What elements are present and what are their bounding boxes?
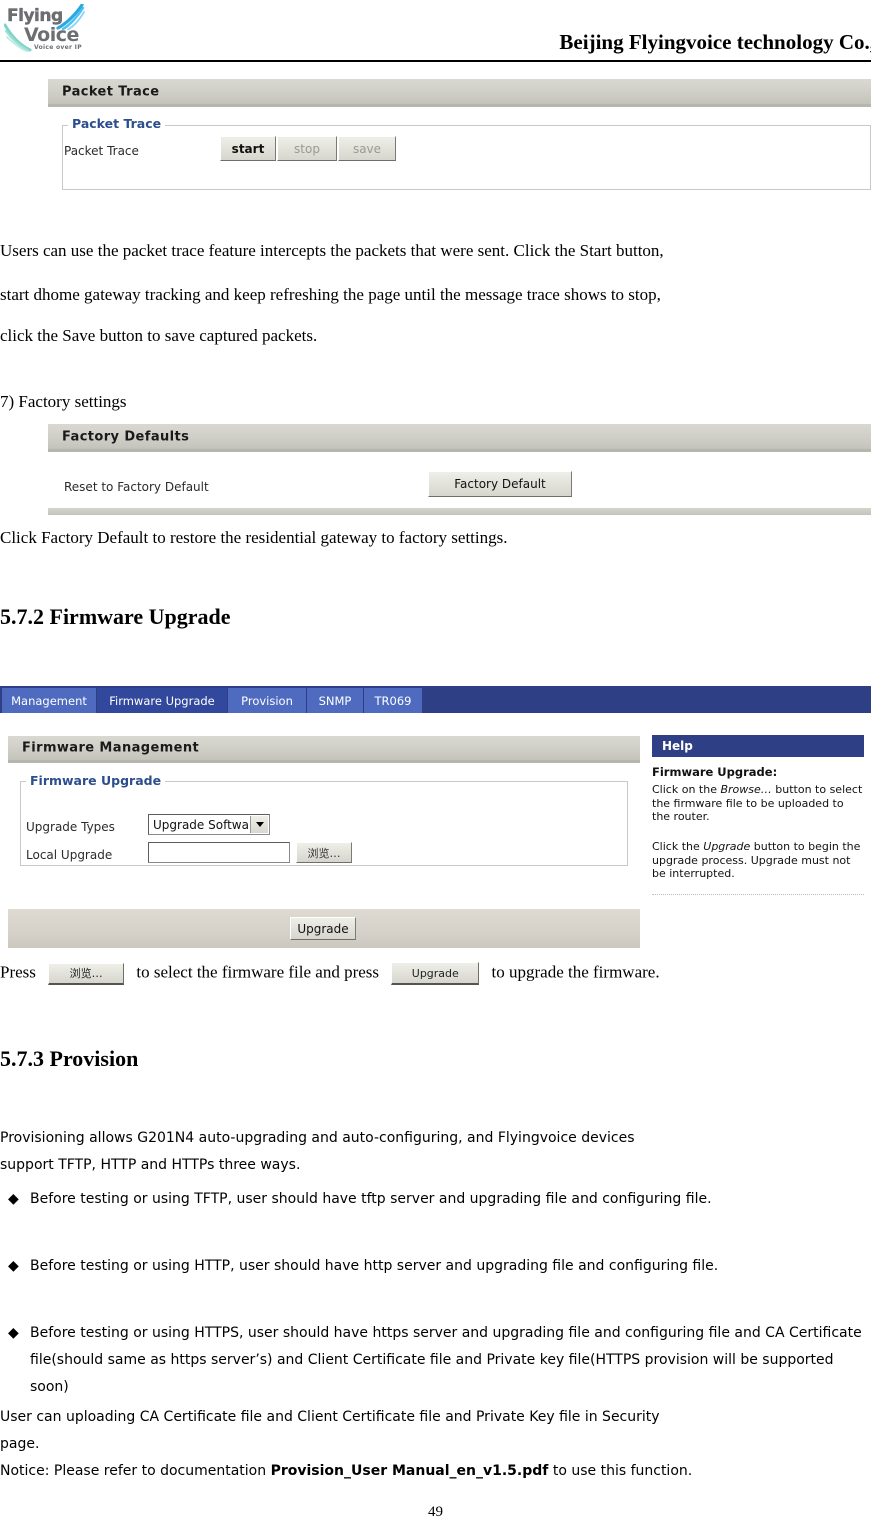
help-divider [652, 894, 864, 895]
tab-management[interactable]: Management [2, 688, 96, 713]
provision-bullet-2-text: Before testing or using HTTP, user shoul… [30, 1258, 719, 1274]
help-p1-emphasis: Browse… [720, 783, 772, 796]
notice-post-text: to use this function. [548, 1463, 693, 1479]
help-p1-pre: Click on the [652, 783, 721, 796]
provision-closing-line-1: User can uploading CA Certificate file a… [0, 1409, 660, 1425]
upgrade-button[interactable]: Upgrade [290, 917, 356, 940]
factory-defaults-header-shadow [48, 449, 871, 452]
packet-trace-stop-button[interactable]: stop [277, 136, 337, 161]
tab-firmware-upgrade[interactable]: Firmware Upgrade [97, 688, 227, 713]
packet-trace-start-button[interactable]: start [220, 136, 276, 161]
firmware-upgrade-legend: Firmware Upgrade [26, 773, 166, 788]
logo-tagline: Voice over IP [34, 44, 82, 51]
help-box: Help Firmware Upgrade: Click on the Brow… [652, 735, 864, 910]
help-subtitle: Firmware Upgrade: [652, 765, 778, 779]
packet-trace-panel: Packet Trace Packet Trace Packet Trace s… [48, 78, 871, 210]
page-number: 49 [428, 1504, 443, 1520]
factory-default-description: Click Factory Default to restore the res… [0, 528, 508, 547]
notice-document-name: Provision_User Manual_en_v1.5.pdf [270, 1463, 549, 1479]
provision-closing-line-2: page. [0, 1436, 40, 1452]
firmware-management-panel-title: Firmware Management [22, 740, 200, 756]
provision-bullet-1: ◆ Before testing or using TFTP, user sho… [0, 1186, 871, 1213]
upgrade-types-select[interactable]: Upgrade Software [148, 814, 270, 835]
help-paragraph-1: Click on the Browse… button to select th… [652, 783, 864, 824]
help-p2-emphasis: Upgrade [703, 840, 751, 853]
firmware-upgrade-screenshot: Management Firmware Upgrade Provision SN… [0, 686, 871, 948]
packet-trace-legend: Packet Trace [68, 116, 166, 131]
packet-trace-row-label: Packet Trace [64, 144, 139, 158]
provision-bullet-1-text: Before testing or using TFTP, user shoul… [30, 1191, 712, 1207]
factory-default-button[interactable]: Factory Default [428, 471, 572, 497]
provision-bullet-3: ◆ Before testing or using HTTPS, user sh… [0, 1320, 871, 1401]
factory-defaults-row-label: Reset to Factory Default [64, 480, 209, 494]
firmware-management-panel: Firmware Management Firmware Upgrade Upg… [8, 735, 640, 898]
logo-word-flying: Flying [7, 6, 63, 26]
diamond-bullet-icon: ◆ [8, 1258, 19, 1274]
provision-intro-line-2: support TFTP, HTTP and HTTPs three ways. [0, 1157, 301, 1173]
help-box-title: Help [662, 739, 693, 753]
press-post-text: to upgrade the firmware. [491, 962, 660, 982]
browse-button[interactable]: 浏览… [296, 842, 352, 863]
help-paragraph-2: Click the Upgrade button to begin the up… [652, 840, 864, 881]
packet-trace-panel-header: Packet Trace [48, 78, 871, 104]
factory-defaults-footer-bar [48, 508, 871, 515]
inline-upgrade-button[interactable]: Upgrade [391, 962, 480, 985]
press-instruction-line: Press 浏览… to select the firmware file an… [0, 962, 660, 985]
upgrade-types-label: Upgrade Types [26, 820, 115, 834]
diamond-bullet-icon: ◆ [8, 1191, 19, 1207]
provision-notice-line: Notice: Please refer to documentation Pr… [0, 1458, 871, 1485]
provision-bullet-3-text: Before testing or using HTTPS, user shou… [30, 1325, 862, 1395]
press-pre-text: Press [0, 962, 36, 982]
heading-firmware-upgrade: 5.7.2 Firmware Upgrade [0, 604, 231, 629]
header-company-name: Beijing Flyingvoice technology Co., [559, 30, 871, 54]
press-mid-text: to select the firmware file and press [136, 962, 380, 982]
heading-provision: 5.7.3 Provision [0, 1046, 139, 1071]
packet-trace-save-button[interactable]: save [338, 136, 396, 161]
local-upgrade-input[interactable] [148, 842, 290, 863]
diamond-bullet-icon: ◆ [8, 1325, 19, 1341]
notice-pre-text: Notice: Please refer to documentation [0, 1463, 271, 1479]
packet-trace-panel-title: Packet Trace [62, 84, 160, 99]
packet-trace-desc-line-3: click the Save button to save captured p… [0, 326, 318, 345]
local-upgrade-label: Local Upgrade [26, 848, 113, 862]
packet-trace-fieldset [62, 125, 871, 190]
chevron-down-icon[interactable] [250, 816, 268, 833]
logo-word-voice: Voice [24, 24, 79, 46]
provision-intro-line-1: Provisioning allows G201N4 auto-upgradin… [0, 1130, 635, 1146]
provision-bullet-2: ◆ Before testing or using HTTP, user sho… [0, 1253, 871, 1280]
firmware-action-bar: Upgrade [8, 908, 640, 948]
tab-tr069[interactable]: TR069 [364, 688, 422, 713]
factory-defaults-panel-title: Factory Defaults [62, 429, 190, 444]
firmware-management-header-shadow [8, 760, 640, 763]
tab-provision[interactable]: Provision [228, 688, 306, 713]
factory-defaults-panel: Factory Defaults Reset to Factory Defaul… [48, 423, 871, 519]
factory-defaults-panel-header: Factory Defaults [48, 423, 871, 449]
help-p2-pre: Click the [652, 840, 704, 853]
firmware-tab-bar: Management Firmware Upgrade Provision SN… [0, 686, 871, 713]
page-header: Flying Voice Voice over IP Beijing Flyin… [0, 0, 871, 62]
help-box-header: Help [652, 735, 864, 757]
tab-snmp[interactable]: SNMP [307, 688, 363, 713]
inline-browse-button[interactable]: 浏览… [48, 962, 125, 985]
packet-trace-header-shadow [48, 104, 871, 107]
upgrade-types-value: Upgrade Software [153, 817, 262, 832]
packet-trace-desc-line-1: Users can use the packet trace feature i… [0, 241, 664, 260]
firmware-management-panel-header: Firmware Management [8, 735, 640, 760]
factory-settings-list-item: 7) Factory settings [0, 392, 127, 411]
packet-trace-desc-line-2: start dhome gateway tracking and keep re… [0, 285, 661, 304]
header-divider [0, 60, 871, 62]
flyingvoice-logo: Flying Voice Voice over IP [4, 4, 85, 56]
